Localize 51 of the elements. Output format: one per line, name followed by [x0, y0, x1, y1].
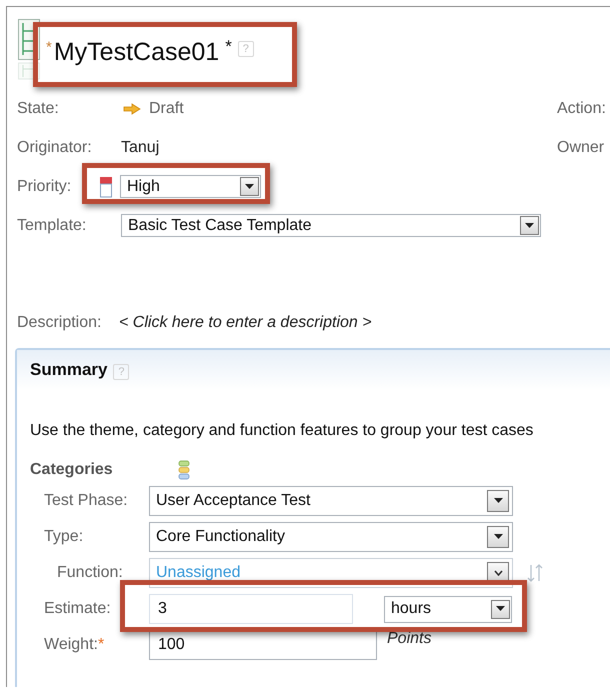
dropdown-button[interactable]	[520, 216, 539, 235]
priority-icon	[99, 176, 113, 198]
test-case-title: MyTestCase01	[54, 37, 220, 67]
field-label: Estimate:	[43, 600, 112, 618]
field-label: Template:	[17, 216, 88, 234]
dropdown[interactable]: Core Functionality	[149, 522, 513, 552]
caret-icon	[525, 222, 534, 228]
state-value: Draft	[149, 100, 184, 118]
unit-label: Points	[387, 630, 432, 648]
field-label: Description:	[17, 314, 99, 332]
section-title: Summary	[30, 360, 108, 380]
input-field[interactable]: 100	[149, 630, 377, 660]
caret-icon	[494, 534, 502, 540]
description-link[interactable]: < Click here to enter a description >	[119, 314, 372, 332]
field-label: Priority:	[17, 178, 72, 196]
dropdown-button[interactable]	[491, 600, 510, 618]
field-label: Originator:	[17, 138, 93, 156]
dropdown-button[interactable]	[487, 526, 509, 548]
test-case-icon	[18, 19, 40, 81]
arrow-icon	[123, 102, 141, 114]
dropdown[interactable]: Basic Test Case Template	[121, 214, 541, 237]
field-label: Action:	[557, 99, 607, 119]
dropdown-value: Core Functionality	[156, 528, 285, 546]
caret-icon	[245, 184, 254, 190]
field-label: Test Phase:	[43, 492, 129, 510]
subsection-title: Categories	[30, 461, 114, 479]
dropdown-button[interactable]	[487, 490, 509, 512]
field-label: Function:	[56, 564, 124, 582]
dropdown-value: Unassigned	[156, 564, 240, 582]
dropdown-value: User Acceptance Test	[156, 492, 310, 510]
dropdown[interactable]: High	[120, 175, 261, 198]
sort-icon	[527, 563, 543, 583]
section-description: Use the theme, category and function features to group your test cases	[30, 422, 534, 440]
dropdown[interactable]: User Acceptance Test	[149, 486, 513, 516]
input-field[interactable]: 3	[149, 594, 353, 624]
originator-value: Tanuj	[121, 138, 160, 156]
dropdown-button[interactable]	[240, 177, 259, 196]
field-label: Type:	[43, 528, 84, 546]
field-label: Owner	[557, 138, 606, 158]
caret-icon	[496, 606, 505, 612]
unsaved-mark: *	[225, 37, 232, 57]
required-mark: *	[46, 39, 52, 56]
dropdown-value: hours	[391, 600, 432, 618]
dropdown-value: High	[127, 178, 160, 196]
stack-icon	[178, 460, 190, 480]
field-label: Weight:*	[43, 636, 106, 654]
dropdown[interactable]: hours	[384, 596, 512, 622]
chevron-icon	[494, 570, 502, 576]
dropdown-value: Basic Test Case Template	[128, 216, 312, 234]
field-label: State:	[17, 100, 60, 118]
caret-icon	[494, 498, 502, 504]
